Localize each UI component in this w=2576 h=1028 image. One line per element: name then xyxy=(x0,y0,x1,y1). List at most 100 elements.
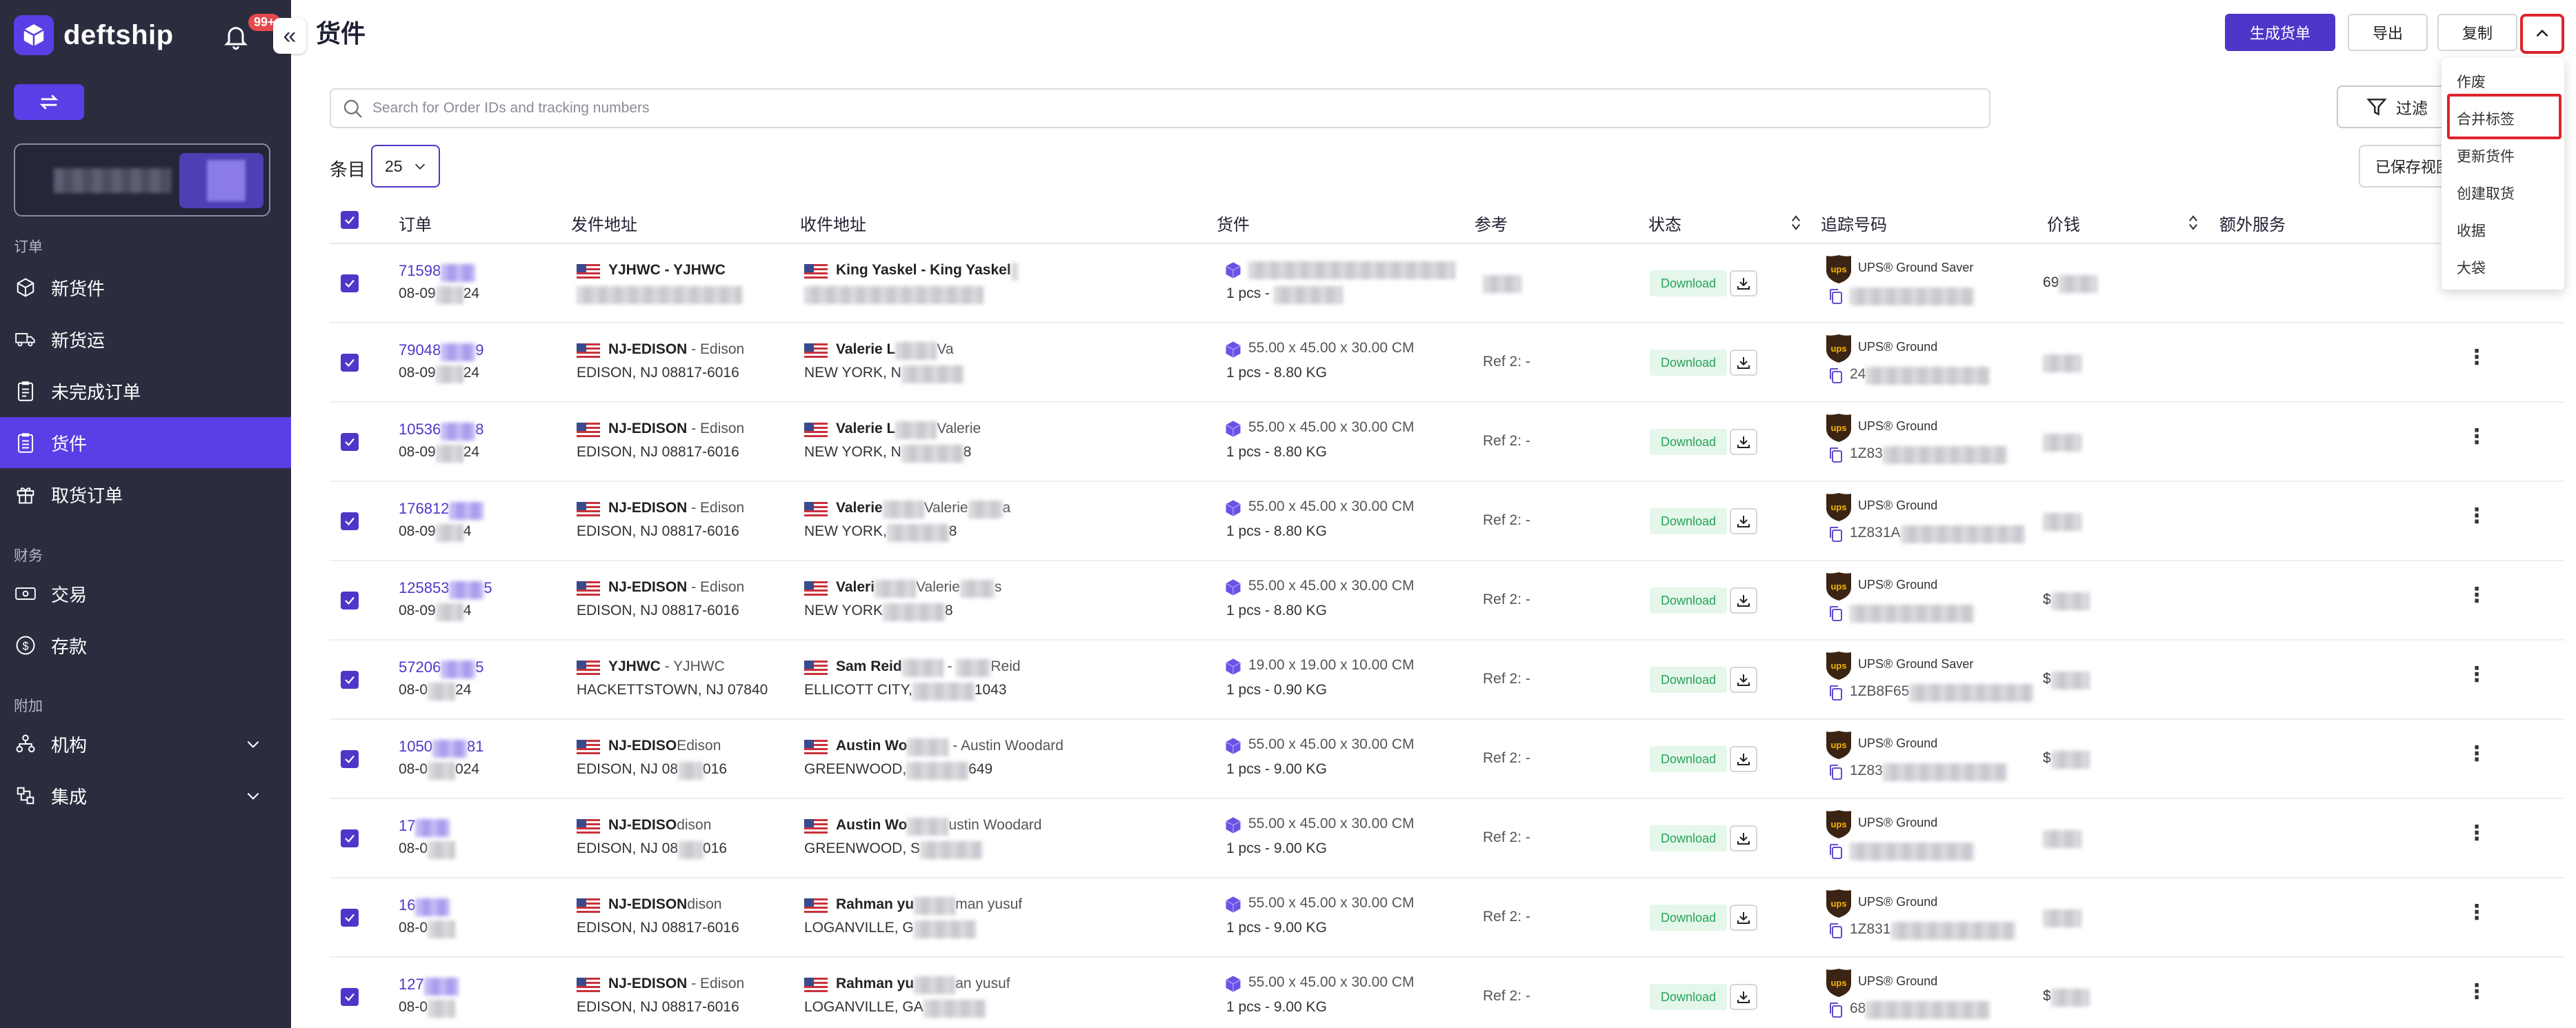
row-checkbox[interactable] xyxy=(341,274,359,292)
row-checkbox[interactable] xyxy=(341,829,359,847)
tracking-number[interactable]: 1Z83 xyxy=(1850,763,1883,778)
download-status-badge[interactable]: Download xyxy=(1650,587,1728,614)
table-row[interactable]: 16 08-0 NJ-EDISONdison EDISON, NJ 08817-601… xyxy=(330,878,2564,958)
copy-icon[interactable] xyxy=(1828,605,1844,623)
tracking-number[interactable]: 1Z831A xyxy=(1850,525,1901,541)
order-id-link[interactable]: 71598 xyxy=(399,262,441,279)
download-status-badge[interactable]: Download xyxy=(1650,508,1728,534)
copy-icon[interactable] xyxy=(1828,763,1844,781)
tracking-number[interactable]: 1Z831 xyxy=(1850,921,1891,937)
download-label-button[interactable] xyxy=(1730,905,1757,931)
search-input[interactable]: Search for Order IDs and tracking number… xyxy=(330,88,1990,128)
download-label-button[interactable] xyxy=(1730,746,1757,772)
download-label-button[interactable] xyxy=(1730,429,1757,455)
table-row[interactable]: 79048 9 08-09 24 NJ-EDISON - Edison EDISON, N… xyxy=(330,323,2564,403)
copy-button[interactable]: 复制 xyxy=(2437,14,2517,51)
row-checkbox[interactable] xyxy=(341,354,359,372)
menu-item-big-bag[interactable]: 大袋 xyxy=(2442,250,2564,285)
sidebar-item-pickup-orders[interactable]: 取货订单 xyxy=(0,469,291,520)
download-status-badge[interactable]: Download xyxy=(1650,825,1728,851)
download-label-button[interactable] xyxy=(1730,825,1757,851)
export-button[interactable]: 导出 xyxy=(2348,14,2428,51)
copy-icon[interactable] xyxy=(1828,525,1844,543)
menu-item-update-shipment[interactable]: 更新货件 xyxy=(2442,138,2564,174)
table-row[interactable]: 17 08-0 NJ-EDISOdison EDISON, NJ 08 016 Austi… xyxy=(330,799,2564,878)
download-label-button[interactable] xyxy=(1730,508,1757,534)
order-id-link[interactable]: 127 xyxy=(399,976,424,993)
column-header-price[interactable]: 价钱 xyxy=(2047,211,2080,235)
download-status-badge[interactable]: Download xyxy=(1650,984,1728,1010)
tracking-number[interactable]: 1Z83 xyxy=(1850,445,1883,461)
select-all-checkbox[interactable] xyxy=(341,211,359,229)
copy-icon[interactable] xyxy=(1828,288,1844,305)
row-actions-menu-button[interactable]: ⋮ xyxy=(2466,900,2487,925)
filter-button[interactable]: 过滤 xyxy=(2337,85,2447,128)
order-id-link[interactable]: 10536 xyxy=(399,421,441,438)
download-label-button[interactable] xyxy=(1730,667,1757,693)
row-actions-menu-button[interactable]: ⋮ xyxy=(2466,742,2487,766)
tracking-number[interactable]: 24 xyxy=(1850,366,1866,382)
sidebar-item-shipments[interactable]: 货件 xyxy=(0,417,291,468)
entries-per-page-select[interactable]: 25 xyxy=(371,145,440,188)
download-label-button[interactable] xyxy=(1730,984,1757,1010)
order-id-link[interactable]: 125853 xyxy=(399,579,449,596)
order-id-link[interactable]: 176812 xyxy=(399,500,449,517)
swap-account-button[interactable] xyxy=(14,84,84,120)
row-checkbox[interactable] xyxy=(341,671,359,689)
menu-item-create-pickup[interactable]: 创建取货 xyxy=(2442,175,2564,211)
create-manifest-button[interactable]: 生成货单 xyxy=(2225,14,2335,51)
sort-icon[interactable] xyxy=(2188,214,2199,232)
order-id-link[interactable]: 57206 xyxy=(399,658,441,676)
order-id-link[interactable]: 16 xyxy=(399,896,415,914)
copy-icon[interactable] xyxy=(1828,446,1844,464)
download-label-button[interactable] xyxy=(1730,587,1757,614)
collapse-sidebar-button[interactable]: « xyxy=(273,18,306,54)
row-actions-menu-button[interactable]: ⋮ xyxy=(2466,583,2487,607)
copy-icon[interactable] xyxy=(1828,1001,1844,1019)
table-row[interactable]: 57206 5 08-0 24 YJHWC - YJHWC HACKETTSTOWN, N… xyxy=(330,641,2564,720)
row-checkbox[interactable] xyxy=(341,512,359,530)
download-status-badge[interactable]: Download xyxy=(1650,746,1728,772)
row-checkbox[interactable] xyxy=(341,750,359,768)
download-label-button[interactable] xyxy=(1730,270,1757,296)
sidebar-item-new-shipment[interactable]: 新货件 xyxy=(0,262,291,313)
sidebar-item-new-freight[interactable]: 新货运 xyxy=(0,314,291,365)
sidebar-item-integrations[interactable]: 集成 xyxy=(0,770,291,821)
copy-icon[interactable] xyxy=(1828,843,1844,860)
copy-icon[interactable] xyxy=(1828,684,1844,702)
sidebar-item-deposits[interactable]: $ 存款 xyxy=(0,620,291,671)
sidebar-item-incomplete-orders[interactable]: 未完成订单 xyxy=(0,365,291,416)
row-actions-menu-button[interactable]: ⋮ xyxy=(2466,345,2487,370)
row-actions-menu-button[interactable]: ⋮ xyxy=(2466,425,2487,449)
table-row[interactable]: 10536 8 08-09 24 NJ-EDISON - Edison EDISON, N… xyxy=(330,403,2564,482)
table-row[interactable]: 125853 5 08-09 4 NJ-EDISON - Edison EDISON, N… xyxy=(330,561,2564,641)
row-actions-menu-button[interactable]: ⋮ xyxy=(2466,821,2487,845)
download-status-badge[interactable]: Download xyxy=(1650,905,1728,931)
copy-icon[interactable] xyxy=(1828,367,1844,385)
download-status-badge[interactable]: Download xyxy=(1650,667,1728,693)
menu-item-receipt[interactable]: 收据 xyxy=(2442,212,2564,248)
order-id-link[interactable]: 79048 xyxy=(399,341,441,359)
row-checkbox[interactable] xyxy=(341,909,359,927)
table-row[interactable]: 176812 08-09 4 NJ-EDISON - Edison EDISON, NJ… xyxy=(330,482,2564,561)
row-checkbox[interactable] xyxy=(341,433,359,451)
copy-icon[interactable] xyxy=(1828,922,1844,940)
tracking-number[interactable]: 1ZB8F65 xyxy=(1850,683,1909,699)
download-status-badge[interactable]: Download xyxy=(1650,350,1728,376)
order-id-link[interactable]: 1050 xyxy=(399,738,432,755)
tracking-number[interactable]: 68 xyxy=(1850,1000,1866,1016)
table-row[interactable]: 127 08-0 NJ-EDISON - Edison EDISON, NJ 0881… xyxy=(330,958,2564,1028)
row-checkbox[interactable] xyxy=(341,592,359,609)
table-row[interactable]: 1050 81 08-0 024 NJ-EDISOEdison EDISON, NJ 08… xyxy=(330,720,2564,799)
download-status-badge[interactable]: Download xyxy=(1650,270,1728,296)
more-actions-toggle-button[interactable] xyxy=(2520,14,2564,54)
sidebar-item-organization[interactable]: 机构 xyxy=(0,718,291,769)
row-checkbox[interactable] xyxy=(341,988,359,1006)
order-id-link[interactable]: 17 xyxy=(399,817,415,834)
account-switcher[interactable] xyxy=(14,143,270,216)
column-header-status[interactable]: 状态 xyxy=(1648,211,1681,235)
row-actions-menu-button[interactable]: ⋮ xyxy=(2466,980,2487,1004)
table-row[interactable]: 71598 08-09 24 YJHWC - YJHWC King Yaskel - K… xyxy=(330,244,2564,323)
sidebar-item-transactions[interactable]: 交易 xyxy=(0,568,291,619)
row-actions-menu-button[interactable]: ⋮ xyxy=(2466,663,2487,687)
